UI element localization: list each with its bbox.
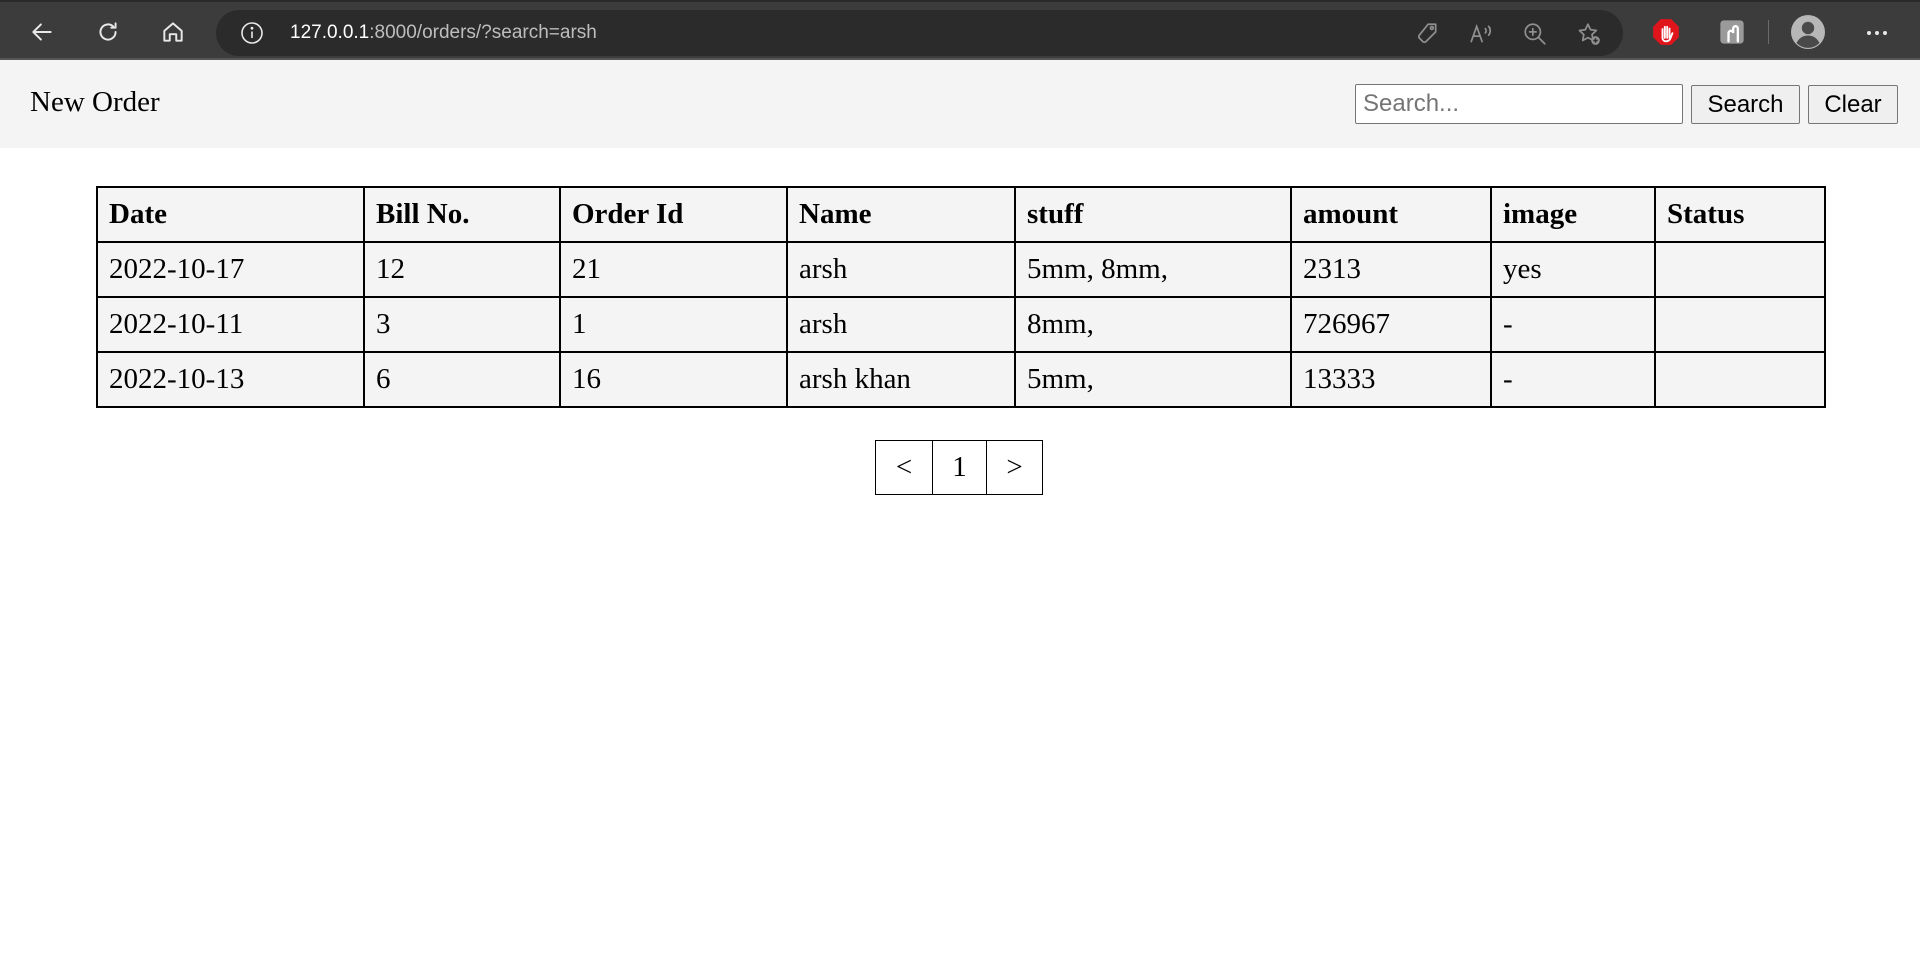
previous-page-button[interactable]: < [876,441,932,494]
cell-status [1654,241,1826,298]
cell-date: 2022-10-13 [96,351,365,408]
column-header-name: Name [786,186,1016,243]
table-row: 2022-10-13 6 16 arsh khan 5mm, 13333 - [96,351,1826,408]
cell-status [1654,351,1826,408]
read-aloud-icon[interactable] [1468,21,1494,47]
more-icon[interactable] [1860,16,1894,50]
cell-order-id: 1 [559,296,788,353]
info-icon[interactable] [240,21,264,45]
cell-bill-no: 6 [363,351,561,408]
cell-name: arsh [786,296,1016,353]
cell-amount: 2313 [1290,241,1492,298]
cell-image: - [1490,351,1656,408]
url-host: 127.0.0.1 [290,22,370,43]
search-button[interactable]: Search [1691,85,1800,124]
next-page-button[interactable]: > [986,441,1042,494]
cell-stuff: 5mm, [1014,351,1292,408]
home-icon[interactable] [151,10,195,54]
cell-amount: 13333 [1290,351,1492,408]
column-header-bill-no: Bill No. [363,186,561,243]
profile-icon[interactable] [1790,14,1826,50]
cell-bill-no: 3 [363,296,561,353]
app-header: New Order Search Clear [0,60,1920,148]
url-path: :8000/orders/?search=arsh [369,22,597,43]
cell-bill-no: 12 [363,241,561,298]
cell-name: arsh khan [786,351,1016,408]
cell-date: 2022-10-11 [96,296,365,353]
cell-stuff: 8mm, [1014,296,1292,353]
back-arrow-icon[interactable] [20,10,64,54]
cell-stuff: 5mm, 8mm, [1014,241,1292,298]
refresh-icon[interactable] [86,10,130,54]
column-header-image: image [1490,186,1656,243]
clear-button[interactable]: Clear [1808,85,1898,124]
cell-date: 2022-10-17 [96,241,365,298]
search-input[interactable] [1355,84,1683,124]
extension-icon[interactable] [1718,18,1746,46]
zoom-icon[interactable] [1522,21,1548,47]
column-header-status: Status [1654,186,1826,243]
address-bar[interactable]: 127.0.0.1:8000/orders/?search=arsh [216,10,1623,56]
stop-hand-icon[interactable] [1652,18,1680,46]
cell-image: - [1490,296,1656,353]
browser-toolbar: 127.0.0.1:8000/orders/?search=arsh [0,0,1920,60]
column-header-date: Date [96,186,365,243]
url-text[interactable]: 127.0.0.1:8000/orders/?search=arsh [290,10,597,56]
cell-order-id: 16 [559,351,788,408]
table-header-row: Date Bill No. Order Id Name stuff amount… [96,186,1826,243]
cell-status [1654,296,1826,353]
new-order-link[interactable]: New Order [30,86,160,119]
table-row: 2022-10-17 12 21 arsh 5mm, 8mm, 2313 yes [96,241,1826,298]
table-row: 2022-10-11 3 1 arsh 8mm, 726967 - [96,296,1826,353]
page-number-button[interactable]: 1 [932,441,986,494]
pagination: < 1 > [875,440,1043,495]
column-header-stuff: stuff [1014,186,1292,243]
cell-amount: 726967 [1290,296,1492,353]
column-header-amount: amount [1290,186,1492,243]
toolbar-divider [1768,20,1769,44]
cell-image: yes [1490,241,1656,298]
add-favorite-icon[interactable] [1576,21,1602,47]
orders-table: Date Bill No. Order Id Name stuff amount… [96,186,1826,408]
column-header-order-id: Order Id [559,186,788,243]
cell-name: arsh [786,241,1016,298]
tag-icon[interactable] [1414,21,1440,47]
cell-order-id: 21 [559,241,788,298]
